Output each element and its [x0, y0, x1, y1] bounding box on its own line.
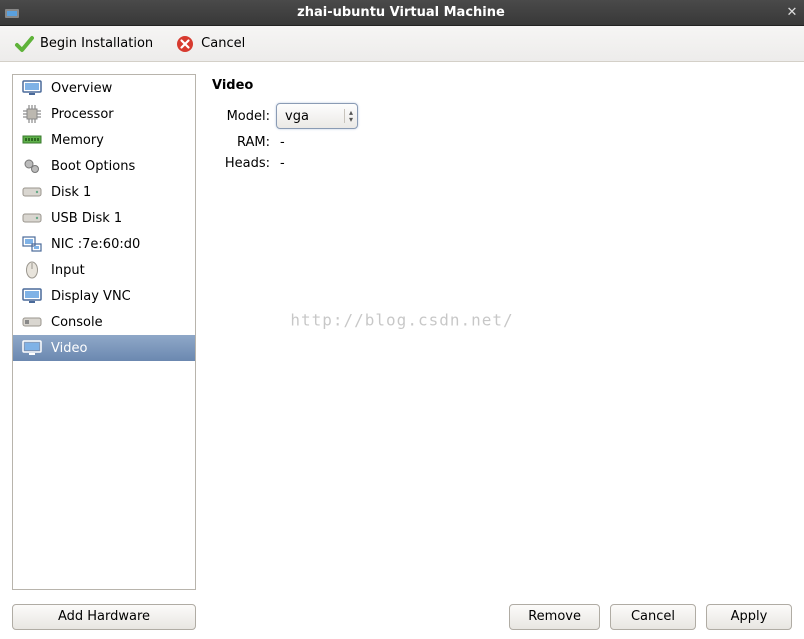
heads-label: Heads: [212, 156, 276, 171]
content-pane: Video Model: vga ▴▾ RAM: - Heads: - [210, 74, 792, 590]
cancel-toolbar-label: Cancel [201, 36, 245, 51]
model-row: Model: vga ▴▾ [212, 103, 790, 129]
sidebar-item-disk-1[interactable]: Disk 1 [13, 179, 195, 205]
sidebar-item-processor[interactable]: Processor [13, 101, 195, 127]
monitor-icon [21, 79, 43, 97]
sidebar-item-memory[interactable]: Memory [13, 127, 195, 153]
monitor-icon [21, 287, 43, 305]
ram-row: RAM: - [212, 135, 790, 150]
ram-value: - [276, 135, 285, 150]
sidebar-item-label: Video [51, 341, 87, 356]
sidebar-item-overview[interactable]: Overview [13, 75, 195, 101]
console-icon [21, 313, 43, 331]
disk-icon [21, 209, 43, 227]
main-area: Overview Processor Memory Boot Options Disk … [0, 62, 804, 596]
model-value: vga [285, 109, 309, 124]
cancel-button[interactable]: Cancel [610, 604, 696, 630]
sidebar-item-label: USB Disk 1 [51, 211, 122, 226]
sidebar-item-label: Console [51, 315, 103, 330]
remove-button[interactable]: Remove [509, 604, 600, 630]
sidebar-item-label: Overview [51, 81, 112, 96]
cpu-icon [21, 105, 43, 123]
app-menu-icon[interactable] [4, 6, 22, 20]
sidebar-item-label: Disk 1 [51, 185, 91, 200]
ram-icon [21, 131, 43, 149]
gears-icon [21, 157, 43, 175]
apply-button[interactable]: Apply [706, 604, 792, 630]
mouse-icon [21, 261, 43, 279]
sidebar-item-nic-7e-60-d0[interactable]: NIC :7e:60:d0 [13, 231, 195, 257]
heads-value: - [276, 156, 285, 171]
heads-row: Heads: - [212, 156, 790, 171]
sidebar-item-input[interactable]: Input [13, 257, 195, 283]
window-title: zhai-ubuntu Virtual Machine [22, 5, 780, 20]
sidebar-item-video[interactable]: Video [13, 335, 195, 361]
add-hardware-button[interactable]: Add Hardware [12, 604, 196, 630]
close-icon[interactable]: ✕ [780, 1, 804, 25]
titlebar: zhai-ubuntu Virtual Machine ✕ [0, 0, 804, 26]
model-label: Model: [212, 109, 276, 124]
model-combobox[interactable]: vga ▴▾ [276, 103, 358, 129]
nic-icon [21, 235, 43, 253]
sidebar-item-label: Display VNC [51, 289, 131, 304]
sidebar-item-display-vnc[interactable]: Display VNC [13, 283, 195, 309]
ram-label: RAM: [212, 135, 276, 150]
toolbar: Begin Installation Cancel [0, 26, 804, 62]
sidebar-item-label: Memory [51, 133, 104, 148]
sidebar-item-label: NIC :7e:60:d0 [51, 237, 140, 252]
sidebar-item-usb-disk-1[interactable]: USB Disk 1 [13, 205, 195, 231]
sidebar-item-label: Input [51, 263, 85, 278]
sidebar-item-label: Processor [51, 107, 114, 122]
sidebar-item-console[interactable]: Console [13, 309, 195, 335]
bottom-bar: Add Hardware Remove Cancel Apply [0, 598, 804, 639]
monitor-icon [21, 339, 43, 357]
cancel-toolbar-button[interactable]: Cancel [169, 30, 251, 58]
sidebar-item-label: Boot Options [51, 159, 135, 174]
section-title: Video [212, 78, 790, 93]
cancel-icon [175, 34, 195, 54]
hardware-sidebar: Overview Processor Memory Boot Options Disk … [12, 74, 196, 590]
begin-installation-button[interactable]: Begin Installation [8, 30, 159, 58]
disk-icon [21, 183, 43, 201]
chevron-updown-icon: ▴▾ [344, 109, 353, 123]
check-icon [14, 34, 34, 54]
begin-installation-label: Begin Installation [40, 36, 153, 51]
sidebar-item-boot-options[interactable]: Boot Options [13, 153, 195, 179]
